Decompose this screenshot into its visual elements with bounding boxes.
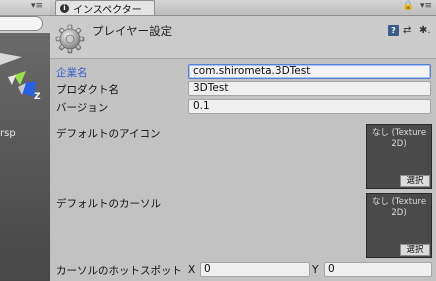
- default-cursor-slot-text: なし (Texture 2D): [371, 197, 427, 218]
- settings-gear-icon: [55, 24, 85, 54]
- context-gear-icon[interactable]: ✱.: [419, 25, 433, 36]
- version-field[interactable]: 0.1: [188, 99, 431, 114]
- default-icon-slot-text: なし (Texture 2D): [371, 128, 427, 149]
- header-icons: ? ⇄ ✱.: [388, 25, 433, 36]
- lock-icon[interactable]: 🔒: [403, 1, 414, 11]
- presets-icon[interactable]: ⇄: [403, 25, 415, 36]
- product-name-row: プロダクト名 3DTest: [50, 81, 436, 97]
- default-icon-label: デフォルトのアイコン: [56, 128, 161, 140]
- gizmo-z-axis-label: Z: [34, 92, 41, 102]
- product-name-label: プロダクト名: [56, 84, 119, 96]
- inspector-panel: i インスペクター 🔒 ▾≡ プレイヤー設定 ? ⇄ ✱. 企業名 com.sh…: [50, 0, 436, 281]
- hotspot-x-field[interactable]: 0: [200, 262, 310, 277]
- company-name-row: 企業名 com.shirometa.3DTest: [50, 64, 436, 80]
- default-icon-slot[interactable]: なし (Texture 2D) 選択: [366, 124, 432, 189]
- hotspot-y-field[interactable]: 0: [324, 262, 432, 277]
- cursor-hotspot-row: カーソルのホットスポット X 0 Y 0: [50, 261, 436, 279]
- scene-toolbar: ▾≡: [0, 0, 50, 16]
- tab-controls: 🔒 ▾≡: [403, 1, 432, 11]
- scene-gizmo-icon[interactable]: [0, 35, 50, 115]
- info-icon: i: [60, 3, 69, 13]
- scene-search-input[interactable]: [0, 16, 43, 31]
- cursor-hotspot-label: カーソルのホットスポット: [56, 265, 182, 277]
- tab-inspector[interactable]: i インスペクター: [55, 0, 155, 16]
- default-cursor-select-button[interactable]: 選択: [400, 244, 430, 256]
- inspector-tab-bar: i インスペクター 🔒 ▾≡: [50, 0, 436, 16]
- hotspot-x-label: X: [188, 264, 196, 276]
- hotspot-y-label: Y: [312, 264, 319, 276]
- default-icon-select-button[interactable]: 選択: [400, 175, 430, 187]
- default-cursor-label: デフォルトのカーソル: [56, 198, 161, 210]
- scene-menu-icon[interactable]: ▾≡: [31, 1, 43, 11]
- scene-view-panel: ▾≡ Z rsp: [0, 0, 50, 281]
- tab-inspector-label: インスペクター: [73, 4, 142, 16]
- version-label: バージョン: [56, 102, 109, 114]
- default-cursor-slot[interactable]: なし (Texture 2D) 選択: [366, 193, 432, 258]
- company-name-label: 企業名: [56, 67, 88, 79]
- panel-menu-icon[interactable]: ▾≡: [420, 1, 432, 11]
- page-title: プレイヤー設定: [92, 24, 173, 38]
- company-name-field[interactable]: com.shirometa.3DTest: [188, 64, 431, 79]
- view-mode-label[interactable]: rsp: [0, 128, 16, 139]
- inspector-header: プレイヤー設定 ? ⇄ ✱.: [50, 16, 436, 59]
- version-row: バージョン 0.1: [50, 99, 436, 115]
- product-name-field[interactable]: 3DTest: [188, 81, 431, 96]
- help-icon[interactable]: ?: [388, 25, 399, 36]
